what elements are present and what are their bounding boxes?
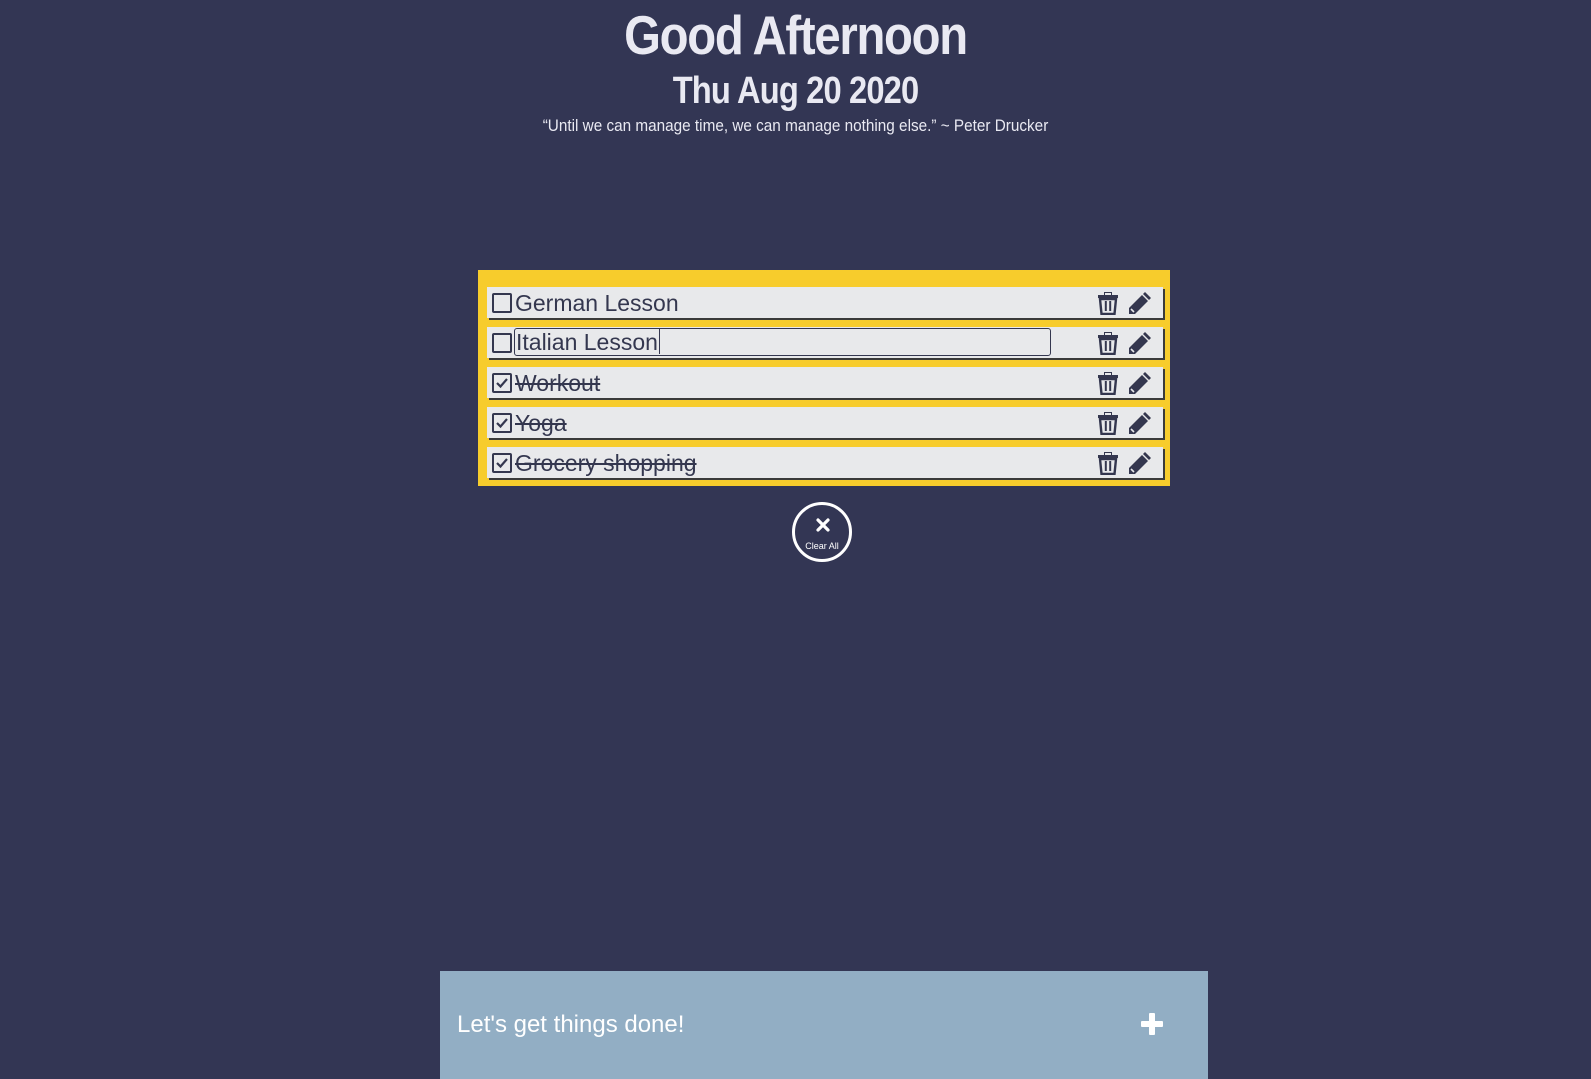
task-item: Grocery shopping <box>487 447 1163 478</box>
trash-icon[interactable] <box>1097 411 1119 436</box>
pencil-icon[interactable] <box>1127 290 1153 316</box>
task-item: Yoga <box>487 407 1163 438</box>
new-task-input[interactable] <box>457 1011 1057 1039</box>
pencil-icon[interactable] <box>1127 450 1153 476</box>
task-checkbox-checked[interactable] <box>492 453 512 473</box>
task-checkbox-checked[interactable] <box>492 373 512 393</box>
checkmark-icon <box>496 378 508 389</box>
task-item: Italian Lesson <box>487 327 1163 358</box>
trash-icon[interactable] <box>1097 451 1119 476</box>
trash-icon[interactable] <box>1097 331 1119 356</box>
task-checkbox-checked[interactable] <box>492 413 512 433</box>
plus-icon[interactable] <box>1140 1012 1164 1036</box>
trash-icon[interactable] <box>1097 371 1119 396</box>
pencil-icon[interactable] <box>1127 370 1153 396</box>
task-label: Yoga <box>515 410 567 436</box>
checkmark-icon <box>496 458 508 469</box>
task-checkbox[interactable] <box>492 333 512 353</box>
date-heading: Thu Aug 20 2020 <box>672 70 919 112</box>
task-edit-value: Italian Lesson <box>516 329 658 355</box>
add-task-bar <box>440 971 1208 1079</box>
pencil-icon[interactable] <box>1127 410 1153 436</box>
text-caret <box>658 329 660 354</box>
trash-icon[interactable] <box>1097 291 1119 316</box>
greeting-title: Good Afternoon <box>624 4 968 66</box>
task-label: Grocery shopping <box>515 450 697 476</box>
task-item: Workout <box>487 367 1163 398</box>
clear-all-button[interactable]: Clear All <box>792 502 852 562</box>
quote-text: “Until we can manage time, we can manage… <box>542 116 1049 135</box>
checkmark-icon <box>496 418 508 429</box>
task-item: German Lesson <box>487 287 1163 318</box>
close-icon <box>816 518 830 532</box>
pencil-icon[interactable] <box>1127 330 1153 356</box>
task-label: German Lesson <box>515 290 679 316</box>
task-label: Workout <box>515 370 601 396</box>
todo-list: German Lesson Italian Lesson Workout Yog… <box>478 270 1170 486</box>
task-edit-field[interactable]: Italian Lesson <box>514 328 1051 356</box>
task-checkbox[interactable] <box>492 293 512 313</box>
clear-all-label: Clear All <box>805 541 839 551</box>
